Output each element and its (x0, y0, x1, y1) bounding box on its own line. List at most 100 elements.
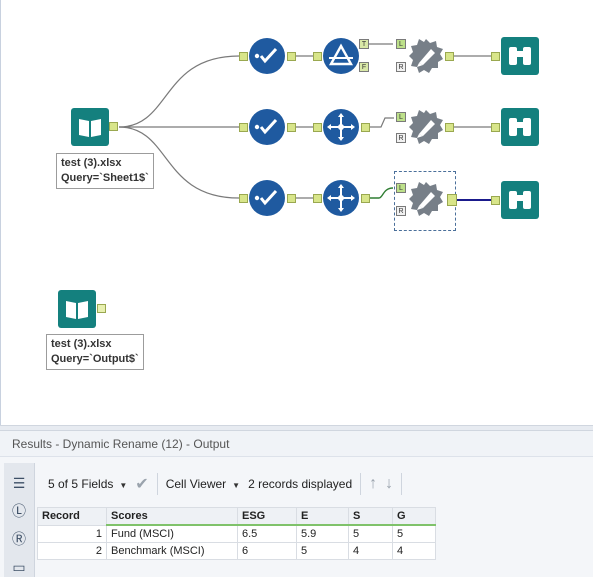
input-anchor[interactable] (239, 194, 248, 203)
filter-tool[interactable] (323, 38, 359, 74)
results-toolbar: 5 of 5 Fields ▼ ✔ Cell Viewer ▼ 2 records … (38, 468, 403, 500)
book-icon (66, 301, 88, 319)
checkmark-circle-icon (254, 189, 278, 206)
checkmark-icon[interactable]: ✔ (135, 474, 148, 494)
record-id-tool-2[interactable] (323, 180, 359, 216)
left-anchor-icon[interactable]: Ⓛ (9, 501, 29, 521)
records-count: 2 records displayed (248, 477, 353, 491)
table-cell[interactable]: 5 (348, 524, 393, 543)
connection-line (369, 187, 394, 199)
arrow-up-icon[interactable]: ↑ (369, 475, 377, 493)
table-cell[interactable]: 5 (296, 542, 349, 560)
results-sidebar: ☰ Ⓛ Ⓡ ▭ (4, 463, 35, 577)
output-anchor[interactable] (445, 123, 454, 132)
true-anchor[interactable]: T (359, 39, 369, 49)
input-anchor[interactable] (239, 123, 248, 132)
record-cell[interactable]: 1 (37, 524, 107, 543)
table-cell[interactable]: 6 (237, 542, 297, 560)
select-tool-3[interactable] (249, 180, 285, 216)
checkmark-circle-icon (254, 118, 278, 135)
output-anchor[interactable] (109, 122, 118, 131)
input-data-tool-1[interactable] (71, 108, 109, 146)
input-data-tool-2[interactable] (58, 290, 96, 328)
record-cell[interactable]: 2 (37, 542, 107, 560)
output-anchor[interactable] (97, 304, 106, 313)
binoculars-icon (509, 191, 531, 209)
output-anchor-icon[interactable]: ▭ (9, 557, 29, 577)
input-anchor[interactable] (491, 196, 500, 205)
browse-tool-3[interactable] (501, 181, 539, 219)
connection-line (369, 117, 394, 128)
cell-viewer-dropdown[interactable]: Cell Viewer ▼ (166, 477, 240, 491)
browse-tool-2[interactable] (501, 108, 539, 146)
output-anchor[interactable] (361, 194, 370, 203)
output-anchor[interactable] (361, 123, 370, 132)
table-cell[interactable]: 5 (392, 524, 436, 543)
column-header[interactable]: E (296, 507, 349, 526)
false-anchor[interactable]: F (359, 62, 369, 72)
workflow-canvas[interactable]: test (3).xlsx Query=`Sheet1$` test (3).x… (0, 0, 593, 425)
input-anchor[interactable] (313, 194, 322, 203)
output-anchor[interactable] (445, 52, 454, 61)
table-cell[interactable]: 5.9 (296, 524, 349, 543)
annotation-line-1: test (3).xlsx (51, 338, 112, 350)
dynamic-rename-tool-2[interactable] (407, 108, 445, 146)
right-anchor-icon[interactable]: Ⓡ (9, 529, 29, 549)
left-input-anchor[interactable]: L (396, 183, 406, 193)
table-cell[interactable]: 4 (348, 542, 393, 560)
input-anchor[interactable] (313, 123, 322, 132)
table-view-icon[interactable]: ☰ (9, 473, 29, 493)
crosshair-icon (327, 113, 355, 141)
left-input-anchor[interactable]: L (396, 39, 406, 49)
results-grid[interactable]: Record Scores ESG E S G 1 Fund (MSCI) 6.… (37, 507, 436, 560)
browse-tool-1[interactable] (501, 37, 539, 75)
table-cell[interactable]: 6.5 (237, 524, 297, 543)
binoculars-icon (509, 118, 531, 136)
column-header[interactable]: ESG (237, 507, 297, 526)
table-cell[interactable]: Benchmark (MSCI) (106, 542, 238, 560)
select-tool-2[interactable] (249, 109, 285, 145)
gear-pencil-icon (409, 182, 443, 216)
toolbar-separator (156, 473, 158, 495)
input-1-annotation: test (3).xlsx Query=`Sheet1$` (56, 153, 154, 189)
table-cell[interactable]: 4 (392, 542, 436, 560)
annotation-line-2: Query=`Sheet1$` (61, 172, 149, 184)
dynamic-rename-tool-1[interactable] (407, 37, 445, 75)
connection-line (118, 55, 240, 128)
input-anchor[interactable] (239, 52, 248, 61)
toolbar-separator (401, 473, 403, 495)
column-header[interactable]: S (348, 507, 393, 526)
select-tool-1[interactable] (249, 38, 285, 74)
arrow-down-icon[interactable]: ↓ (385, 475, 393, 493)
header-row: Record Scores ESG E S G (37, 507, 436, 526)
output-anchor[interactable] (447, 194, 457, 206)
table-row[interactable]: 1 Fund (MSCI) 6.5 5.9 5 5 (37, 524, 436, 543)
input-anchor[interactable] (313, 52, 322, 61)
column-header[interactable]: G (392, 507, 436, 526)
fields-dropdown[interactable]: 5 of 5 Fields ▼ (48, 477, 127, 491)
output-anchor[interactable] (287, 52, 296, 61)
checkmark-circle-icon (254, 47, 278, 64)
column-header[interactable]: Scores (106, 507, 238, 526)
dynamic-rename-tool-3[interactable] (407, 180, 445, 218)
record-id-tool-1[interactable] (323, 109, 359, 145)
results-title: Results - Dynamic Rename (12) - Output (0, 431, 593, 457)
triangle-filter-icon (328, 43, 354, 66)
column-header[interactable]: Record (37, 507, 107, 526)
gear-pencil-icon (409, 39, 443, 73)
annotation-line-1: test (3).xlsx (61, 157, 122, 169)
output-anchor[interactable] (287, 194, 296, 203)
fields-dropdown-label: 5 of 5 Fields (48, 477, 114, 491)
table-row[interactable]: 2 Benchmark (MSCI) 6 5 4 4 (37, 542, 436, 560)
input-anchor[interactable] (491, 123, 500, 132)
right-input-anchor[interactable]: R (396, 206, 406, 216)
binoculars-icon (509, 47, 531, 65)
chevron-down-icon: ▼ (119, 481, 128, 490)
toolbar-separator (360, 473, 362, 495)
left-input-anchor[interactable]: L (396, 112, 406, 122)
right-input-anchor[interactable]: R (396, 62, 406, 72)
input-anchor[interactable] (491, 52, 500, 61)
output-anchor[interactable] (287, 123, 296, 132)
table-cell[interactable]: Fund (MSCI) (106, 524, 238, 543)
right-input-anchor[interactable]: R (396, 133, 406, 143)
